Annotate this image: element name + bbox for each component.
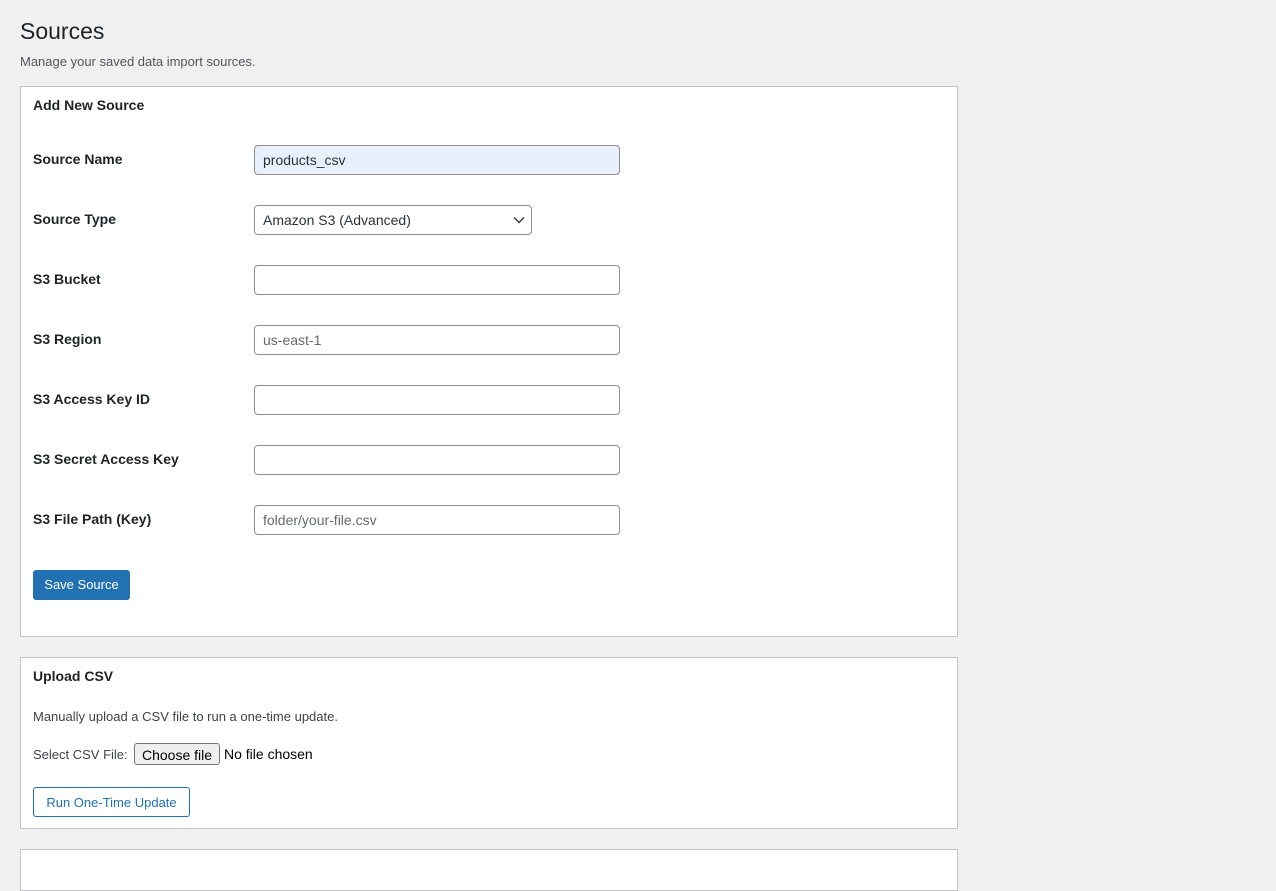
s3-secret-key-row: S3 Secret Access Key: [33, 445, 933, 475]
s3-file-path-input[interactable]: [254, 505, 620, 535]
source-name-input[interactable]: [254, 145, 620, 175]
s3-access-key-row: S3 Access Key ID: [33, 385, 933, 415]
s3-file-path-label: S3 File Path (Key): [33, 511, 152, 527]
page-title: Sources: [20, 18, 105, 44]
s3-access-key-input[interactable]: [254, 385, 620, 415]
source-type-value: Amazon S3 (Advanced): [263, 212, 411, 228]
source-name-label: Source Name: [33, 151, 123, 167]
add-source-panel: Add New Source Source Name Source Type A…: [20, 86, 958, 637]
next-panel: [20, 849, 958, 891]
run-one-time-update-button[interactable]: Run One-Time Update: [33, 787, 190, 817]
s3-access-key-label: S3 Access Key ID: [33, 391, 150, 407]
upload-csv-description: Manually upload a CSV file to run a one-…: [33, 709, 338, 724]
source-type-row: Source Type Amazon S3 (Advanced): [33, 205, 933, 235]
chevron-down-icon: [513, 216, 525, 224]
s3-secret-key-label: S3 Secret Access Key: [33, 451, 179, 467]
s3-region-row: S3 Region: [33, 325, 933, 355]
source-type-select[interactable]: Amazon S3 (Advanced): [254, 205, 532, 235]
no-file-chosen-text: No file chosen: [224, 746, 313, 762]
s3-bucket-row: S3 Bucket: [33, 265, 933, 295]
page-subtitle: Manage your saved data import sources.: [20, 54, 256, 69]
s3-file-path-row: S3 File Path (Key): [33, 505, 933, 535]
s3-bucket-label: S3 Bucket: [33, 271, 101, 287]
s3-region-label: S3 Region: [33, 331, 102, 347]
source-name-row: Source Name: [33, 145, 933, 175]
add-source-title: Add New Source: [33, 97, 145, 113]
s3-secret-key-input[interactable]: [254, 445, 620, 475]
choose-file-button[interactable]: Choose file: [134, 743, 220, 765]
select-csv-file-label: Select CSV File:: [33, 747, 128, 762]
source-type-label: Source Type: [33, 211, 116, 227]
upload-csv-title: Upload CSV: [33, 668, 114, 684]
save-source-button[interactable]: Save Source: [33, 570, 130, 600]
upload-csv-panel: Upload CSV Manually upload a CSV file to…: [20, 657, 958, 829]
s3-bucket-input[interactable]: [254, 265, 620, 295]
s3-region-input[interactable]: [254, 325, 620, 355]
